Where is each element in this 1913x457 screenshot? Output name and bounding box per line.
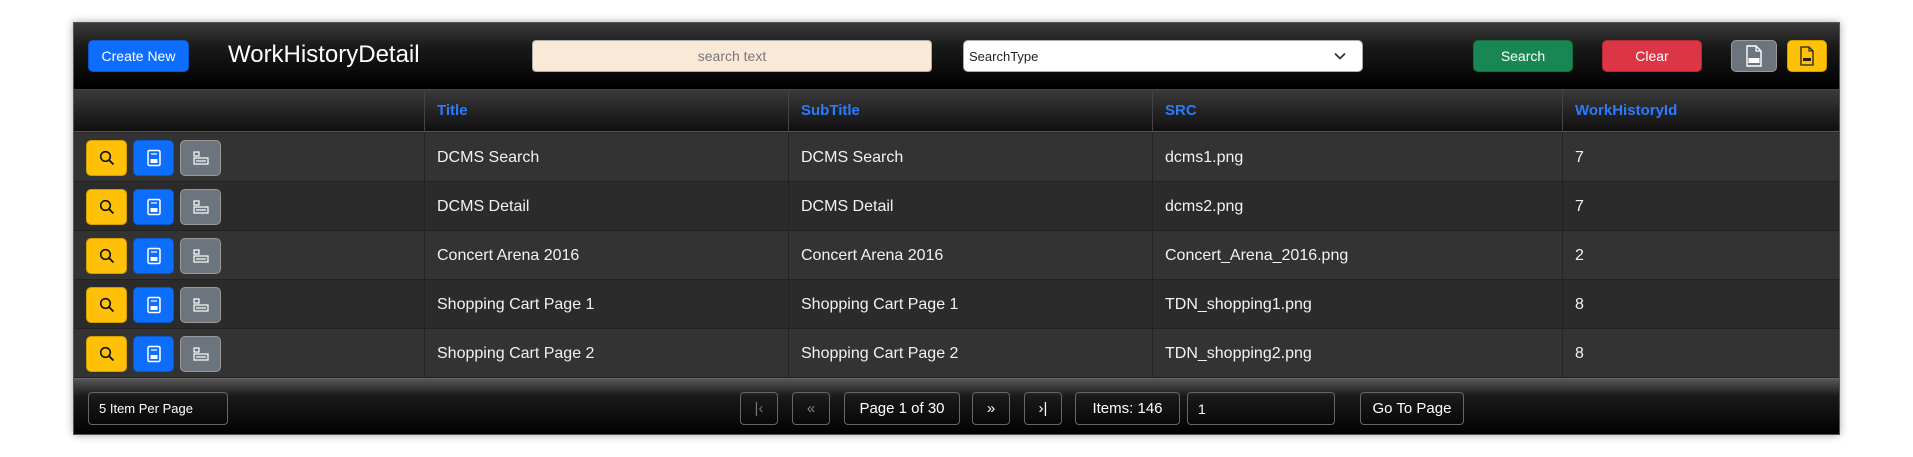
export-csv-button[interactable] bbox=[1731, 40, 1777, 72]
detail-icon bbox=[192, 200, 209, 214]
edit-icon bbox=[146, 149, 161, 167]
detail-icon bbox=[192, 151, 209, 165]
last-page-button[interactable]: ›| bbox=[1024, 392, 1062, 425]
cell-title: Concert Arena 2016 bbox=[424, 231, 788, 280]
page-indicator: Page 1 of 30 bbox=[844, 392, 960, 425]
detail-icon bbox=[192, 347, 209, 361]
cell-subtitle: DCMS Detail bbox=[788, 182, 1152, 231]
column-header-workhistoryid[interactable]: WorkHistoryId bbox=[1562, 90, 1839, 132]
edit-record-button[interactable] bbox=[133, 238, 174, 274]
edit-record-button[interactable] bbox=[133, 336, 174, 372]
search-button[interactable]: Search bbox=[1473, 40, 1573, 72]
cell-src: TDN_shopping2.png bbox=[1152, 329, 1562, 378]
cell-src: Concert_Arena_2016.png bbox=[1152, 231, 1562, 280]
first-page-button[interactable]: |‹ bbox=[740, 392, 778, 425]
pagination-bar: 5 Item Per Page |‹ « Page 1 of 30 » ›| I… bbox=[74, 378, 1839, 434]
cell-workhistoryid: 2 bbox=[1562, 231, 1839, 280]
search-icon bbox=[99, 150, 114, 166]
toolbar: Create New WorkHistoryDetail SearchType … bbox=[74, 23, 1839, 90]
table-row: DCMS Detail DCMS Detail dcms2.png 7 bbox=[74, 182, 1839, 231]
view-record-button[interactable] bbox=[86, 189, 127, 225]
cell-title: DCMS Detail bbox=[424, 182, 788, 231]
search-icon bbox=[99, 346, 114, 362]
cell-workhistoryid: 7 bbox=[1562, 133, 1839, 182]
view-record-button[interactable] bbox=[86, 336, 127, 372]
detail-icon bbox=[192, 298, 209, 312]
page-title: WorkHistoryDetail bbox=[228, 41, 420, 68]
table-row: Shopping Cart Page 2 Shopping Cart Page 2… bbox=[74, 329, 1839, 378]
cell-workhistoryid: 7 bbox=[1562, 182, 1839, 231]
table-header: Title SubTitle SRC WorkHistoryId bbox=[74, 90, 1839, 132]
search-icon bbox=[99, 248, 114, 264]
cell-title: Shopping Cart Page 2 bbox=[424, 329, 788, 378]
search-type-select[interactable]: SearchType bbox=[963, 40, 1363, 72]
pdf-file-icon bbox=[1800, 46, 1814, 66]
search-type-value: SearchType bbox=[969, 48, 1039, 64]
column-header-subtitle[interactable]: SubTitle bbox=[788, 90, 1152, 132]
go-to-page-button[interactable]: Go To Page bbox=[1360, 392, 1464, 425]
details-record-button[interactable] bbox=[180, 140, 221, 176]
cell-workhistoryid: 8 bbox=[1562, 280, 1839, 329]
cell-src: TDN_shopping1.png bbox=[1152, 280, 1562, 329]
view-record-button[interactable] bbox=[86, 140, 127, 176]
cell-title: Shopping Cart Page 1 bbox=[424, 280, 788, 329]
detail-icon bbox=[192, 249, 209, 263]
cell-workhistoryid: 8 bbox=[1562, 329, 1839, 378]
view-record-button[interactable] bbox=[86, 238, 127, 274]
cell-src: dcms2.png bbox=[1152, 182, 1562, 231]
work-history-detail-panel: Create New WorkHistoryDetail SearchType … bbox=[73, 22, 1840, 435]
actions-column-header bbox=[74, 90, 424, 132]
cell-subtitle: DCMS Search bbox=[788, 133, 1152, 182]
cell-title: DCMS Search bbox=[424, 133, 788, 182]
export-pdf-button[interactable] bbox=[1787, 40, 1827, 72]
table-row: DCMS Search DCMS Search dcms1.png 7 bbox=[74, 133, 1839, 182]
search-icon bbox=[99, 297, 114, 313]
view-record-button[interactable] bbox=[86, 287, 127, 323]
edit-record-button[interactable] bbox=[133, 140, 174, 176]
edit-icon bbox=[146, 345, 161, 363]
cell-subtitle: Concert Arena 2016 bbox=[788, 231, 1152, 280]
edit-record-button[interactable] bbox=[133, 287, 174, 323]
cell-subtitle: Shopping Cart Page 1 bbox=[788, 280, 1152, 329]
details-record-button[interactable] bbox=[180, 336, 221, 372]
table-row: Shopping Cart Page 1 Shopping Cart Page 1… bbox=[74, 280, 1839, 329]
details-record-button[interactable] bbox=[180, 287, 221, 323]
column-header-title[interactable]: Title bbox=[424, 90, 788, 132]
items-count: Items: 146 bbox=[1075, 392, 1180, 425]
csv-file-icon bbox=[1746, 45, 1762, 67]
cell-src: dcms1.png bbox=[1152, 133, 1562, 182]
previous-page-button[interactable]: « bbox=[792, 392, 830, 425]
edit-icon bbox=[146, 247, 161, 265]
page-number-input[interactable]: 1 bbox=[1187, 392, 1335, 425]
items-per-page-select[interactable]: 5 Item Per Page bbox=[88, 392, 228, 425]
details-record-button[interactable] bbox=[180, 189, 221, 225]
chevron-down-icon bbox=[1334, 52, 1346, 60]
details-record-button[interactable] bbox=[180, 238, 221, 274]
table-row: Concert Arena 2016 Concert Arena 2016 Conc… bbox=[74, 231, 1839, 280]
next-page-button[interactable]: » bbox=[972, 392, 1010, 425]
edit-icon bbox=[146, 198, 161, 216]
column-header-src[interactable]: SRC bbox=[1152, 90, 1562, 132]
edit-record-button[interactable] bbox=[133, 189, 174, 225]
clear-button[interactable]: Clear bbox=[1602, 40, 1702, 72]
cell-subtitle: Shopping Cart Page 2 bbox=[788, 329, 1152, 378]
search-input[interactable] bbox=[532, 40, 932, 72]
search-icon bbox=[99, 199, 114, 215]
create-new-button[interactable]: Create New bbox=[88, 40, 189, 72]
edit-icon bbox=[146, 296, 161, 314]
